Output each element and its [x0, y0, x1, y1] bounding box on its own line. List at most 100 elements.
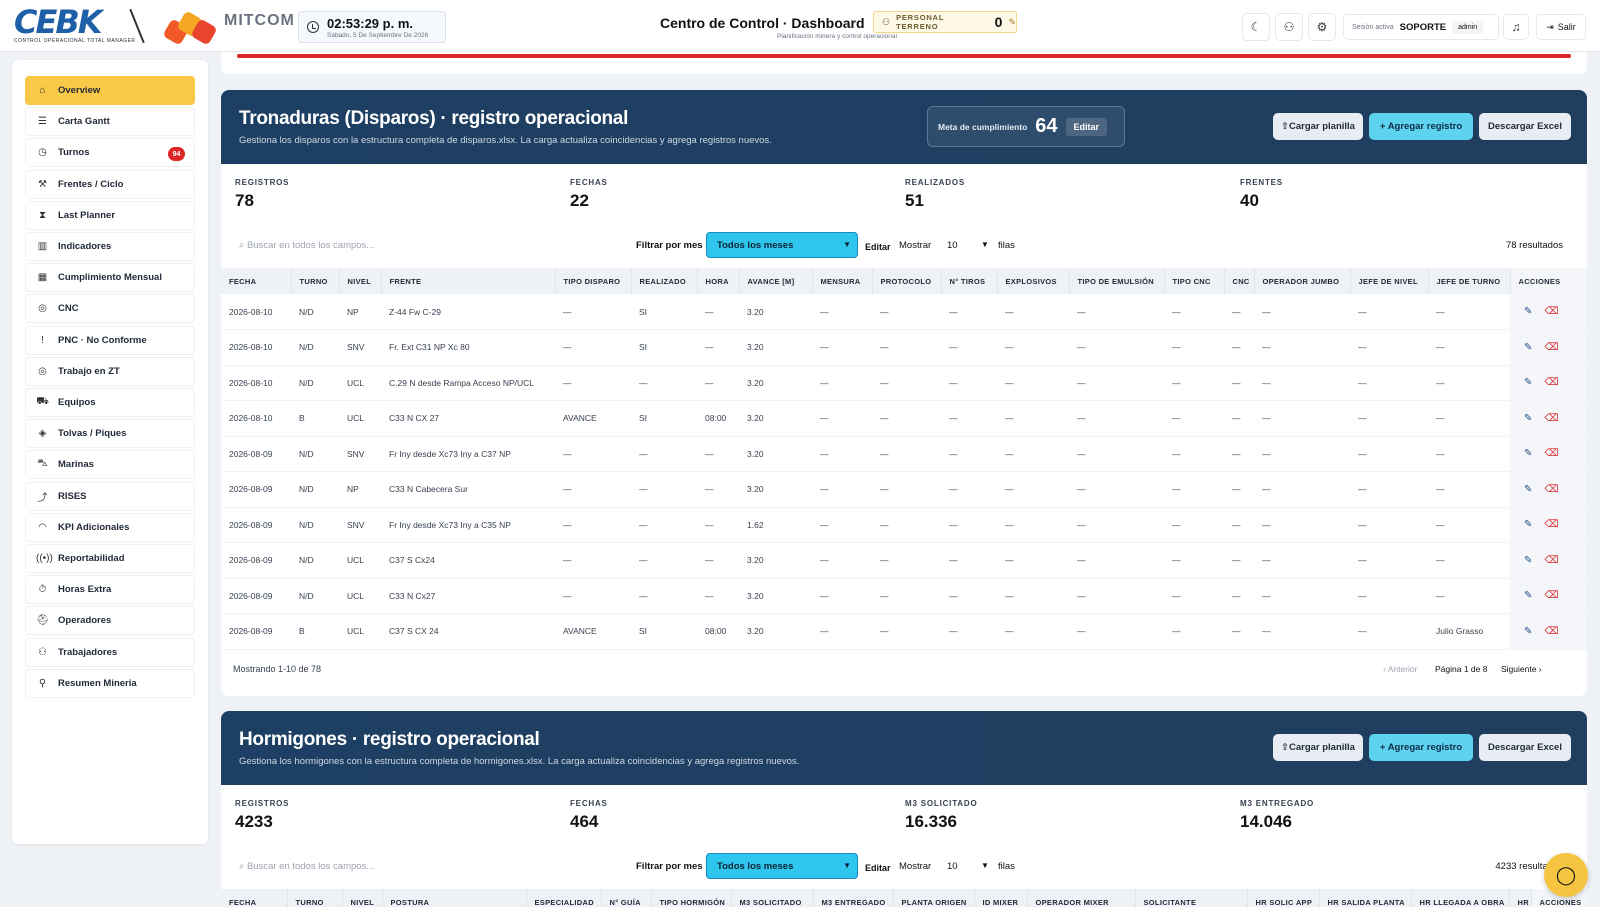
column-header[interactable]: NIVEL: [342, 889, 383, 907]
month-filter-select[interactable]: Todos los meses ▼: [706, 232, 858, 258]
sidebar-item-tolvas-piques[interactable]: ◈ Tolvas / Piques: [25, 419, 195, 449]
column-header[interactable]: HORA: [697, 268, 740, 294]
delete-icon[interactable]: ⌫: [1544, 377, 1558, 388]
edit-icon[interactable]: ✎: [1524, 448, 1532, 459]
column-header[interactable]: MENSURA: [812, 268, 873, 294]
chevron-down-icon[interactable]: ▼: [981, 861, 989, 870]
sidebar-item-indicadores[interactable]: ▥ Indicadores: [25, 232, 195, 261]
add-record-button[interactable]: + Agregar registro: [1369, 734, 1473, 761]
sidebar-item-marinas[interactable]: ⛍ Marinas: [25, 450, 195, 480]
month-filter-select[interactable]: Todos los meses ▼: [706, 853, 858, 879]
column-header[interactable]: TIPO HORMIGÓN: [651, 889, 732, 907]
column-header[interactable]: JEFE DE TURNO: [1428, 268, 1511, 294]
meta-edit-button[interactable]: Editar: [1065, 117, 1108, 136]
sidebar-item-carta-gantt[interactable]: ☰ Carta Gantt: [25, 107, 195, 137]
edit-icon[interactable]: ✎: [1524, 413, 1532, 424]
delete-icon[interactable]: ⌫: [1544, 555, 1558, 566]
page-size-select[interactable]: 10: [947, 861, 958, 872]
column-header[interactable]: HR LLEGADA A OBRA: [1411, 889, 1510, 907]
column-header[interactable]: HR: [1509, 889, 1532, 907]
edit-icon[interactable]: ✎: [1524, 484, 1532, 495]
column-header[interactable]: M3 ENTREGADO: [813, 889, 894, 907]
logout-button[interactable]: ⇥ Salir: [1536, 14, 1586, 40]
column-header[interactable]: FRENTE: [381, 268, 556, 294]
column-header[interactable]: PLANTA ORIGEN: [893, 889, 975, 907]
sidebar-item-reportabilidad[interactable]: ((•)) Reportabilidad: [25, 544, 195, 573]
sidebar-item-cnc[interactable]: ◎ CNC: [25, 294, 195, 324]
next-page-button[interactable]: Siguiente ›: [1501, 664, 1542, 674]
upload-sheet-button[interactable]: ⇧Cargar planilla: [1273, 113, 1363, 140]
edit-icon[interactable]: ✎: [1524, 377, 1532, 388]
chat-button[interactable]: ◯: [1544, 853, 1588, 897]
add-record-button[interactable]: + Agregar registro: [1369, 113, 1473, 140]
chevron-down-icon[interactable]: ▼: [981, 240, 989, 249]
download-excel-button[interactable]: Descargar Excel: [1479, 734, 1571, 761]
prev-page-button[interactable]: ‹ Anterior: [1383, 664, 1418, 674]
sidebar-item-cumplimiento-mensual[interactable]: ▦ Cumplimiento Mensual: [25, 263, 195, 293]
sidebar-item-trabajadores[interactable]: ⚇ Trabajadores: [25, 637, 195, 667]
column-header[interactable]: FECHA: [221, 268, 292, 294]
search-input[interactable]: ⌕ Buscar en todos los campos...: [239, 240, 374, 251]
column-header[interactable]: ACCIONES: [1510, 268, 1587, 294]
column-header[interactable]: EXPLOSIVOS: [997, 268, 1070, 294]
edit-icon[interactable]: ✎: [1008, 17, 1016, 28]
column-header[interactable]: TIPO DE EMULSIÓN: [1069, 268, 1165, 294]
delete-icon[interactable]: ⌫: [1544, 590, 1558, 601]
personal-terreno-badge[interactable]: ⚇ PERSONAL TERRENO 0 ✎: [873, 11, 1017, 33]
column-header[interactable]: N° GUÍA: [601, 889, 652, 907]
column-header[interactable]: TIPO DISPARO: [555, 268, 632, 294]
column-header[interactable]: FECHA: [221, 889, 288, 907]
column-header[interactable]: POSTURA: [382, 889, 527, 907]
delete-icon[interactable]: ⌫: [1544, 626, 1558, 637]
column-header[interactable]: JEFE DE NIVEL: [1350, 268, 1429, 294]
delete-icon[interactable]: ⌫: [1544, 484, 1558, 495]
upload-sheet-button[interactable]: ⇧Cargar planilla: [1273, 734, 1363, 761]
sidebar-item-trabajo-en-zt[interactable]: ◎ Trabajo en ZT: [25, 356, 195, 386]
sidebar-item-kpi-adicionales[interactable]: ◠ KPI Adicionales: [25, 512, 195, 542]
column-header[interactable]: HR SOLIC APP: [1247, 889, 1320, 907]
edit-icon[interactable]: ✎: [1524, 519, 1532, 530]
column-header[interactable]: N° TIROS: [941, 268, 998, 294]
column-header[interactable]: TURNO: [287, 889, 343, 907]
edit-icon[interactable]: ✎: [1524, 342, 1532, 353]
page-size-select[interactable]: 10: [947, 240, 958, 251]
sidebar-item-last-planner[interactable]: ⧗ Last Planner: [25, 200, 195, 230]
column-header[interactable]: CNC: [1224, 268, 1255, 294]
filter-edit-button[interactable]: Editar: [865, 242, 891, 252]
sidebar-item-pnc-no-conforme[interactable]: ! PNC · No Conforme: [25, 325, 195, 355]
column-header[interactable]: OPERADOR MIXER: [1027, 889, 1136, 907]
sidebar-item-overview[interactable]: ⌂ Overview: [25, 76, 195, 105]
column-header[interactable]: ID MIXER: [974, 889, 1028, 907]
column-header[interactable]: TIPO CNC: [1164, 268, 1225, 294]
sidebar-item-frentes-ciclo[interactable]: ⚒ Frentes / Ciclo: [25, 169, 195, 199]
delete-icon[interactable]: ⌫: [1544, 448, 1558, 459]
edit-icon[interactable]: ✎: [1524, 590, 1532, 601]
delete-icon[interactable]: ⌫: [1544, 306, 1558, 317]
filter-edit-button[interactable]: Editar: [865, 863, 891, 873]
sidebar-item-rises[interactable]: ⤴ RISES: [25, 481, 195, 511]
column-header[interactable]: NIVEL: [339, 268, 382, 294]
delete-icon[interactable]: ⌫: [1544, 342, 1558, 353]
column-header[interactable]: AVANCE [M]: [739, 268, 813, 294]
notifications-button[interactable]: ♫: [1503, 14, 1529, 40]
download-excel-button[interactable]: Descargar Excel: [1479, 113, 1571, 140]
settings-button[interactable]: ⚙: [1308, 13, 1336, 41]
sidebar-item-turnos[interactable]: ◷ Turnos 94: [25, 138, 195, 168]
column-header[interactable]: SOLICITANTE: [1135, 889, 1248, 907]
column-header[interactable]: ESPECIALIDAD: [526, 889, 602, 907]
edit-icon[interactable]: ✎: [1524, 306, 1532, 317]
column-header[interactable]: HR SALIDA PLANTA: [1319, 889, 1412, 907]
sidebar-item-operadores[interactable]: ⛑ Operadores: [25, 606, 195, 636]
edit-icon[interactable]: ✎: [1524, 555, 1532, 566]
edit-icon[interactable]: ✎: [1524, 626, 1532, 637]
delete-icon[interactable]: ⌫: [1544, 413, 1558, 424]
column-header[interactable]: REALIZADO: [631, 268, 698, 294]
sidebar-item-resumen-mineria[interactable]: ⚲ Resumen Mineria: [25, 668, 195, 698]
delete-icon[interactable]: ⌫: [1544, 519, 1558, 530]
sidebar-item-equipos[interactable]: ⛟ Equipos: [25, 388, 195, 417]
dark-mode-button[interactable]: ☾: [1242, 13, 1270, 41]
column-header[interactable]: PROTOCOLO: [872, 268, 942, 294]
column-header[interactable]: M3 SOLICITADO: [731, 889, 814, 907]
column-header[interactable]: TURNO: [291, 268, 340, 294]
sidebar-item-horas-extra[interactable]: ⏱ Horas Extra: [25, 575, 195, 605]
